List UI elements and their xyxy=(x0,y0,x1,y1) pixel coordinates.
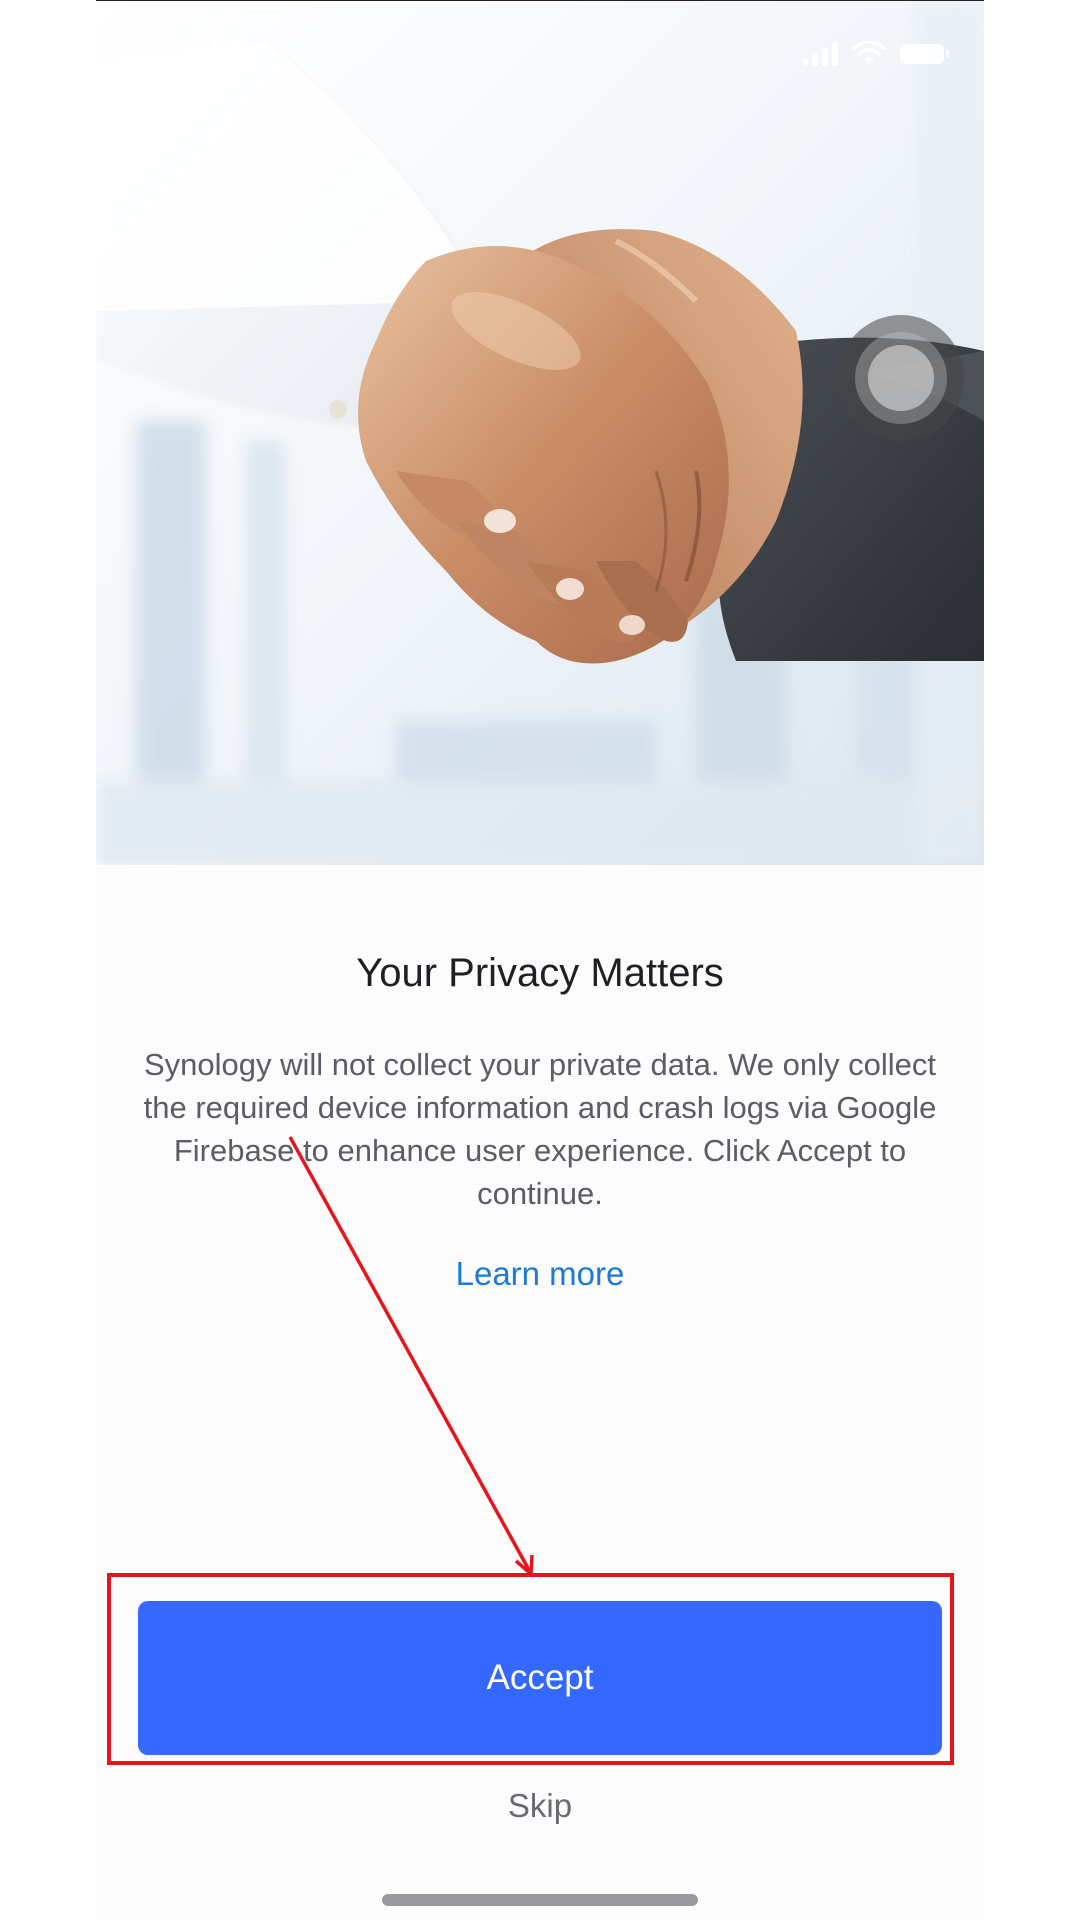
privacy-consent-screen: 16:29 Your Privacy Matters Synology will… xyxy=(96,0,984,1920)
assistive-touch-ring xyxy=(855,332,947,424)
device-screen: 16:29 Your Privacy Matters Synology will… xyxy=(0,0,1080,1920)
status-time: 16:29 xyxy=(160,33,250,71)
wifi-icon xyxy=(852,41,886,65)
handshake-illustration xyxy=(96,1,984,865)
hero-image xyxy=(96,1,984,865)
signal-icon xyxy=(802,42,838,66)
learn-more-link[interactable]: Learn more xyxy=(96,1255,984,1293)
assistive-touch-core xyxy=(868,345,934,411)
skip-button[interactable]: Skip xyxy=(96,1787,984,1825)
assistive-touch-button[interactable] xyxy=(838,315,964,441)
status-icons xyxy=(802,41,949,67)
status-bar: 16:29 xyxy=(96,1,984,111)
battery-icon xyxy=(900,44,949,64)
accept-button[interactable]: Accept xyxy=(138,1601,942,1755)
home-indicator xyxy=(382,1894,698,1906)
privacy-description: Synology will not collect your private d… xyxy=(143,1047,937,1211)
page-title: Your Privacy Matters xyxy=(356,951,724,995)
